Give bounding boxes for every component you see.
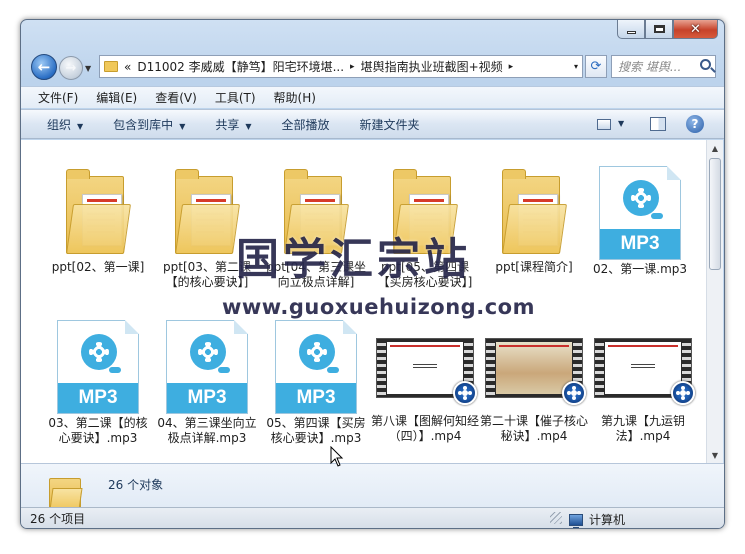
item-count: 26 个项目: [30, 512, 86, 526]
caption-buttons: ✕: [617, 20, 718, 40]
location-indicator: 计算机: [569, 511, 625, 528]
chevron-down-icon: ▼: [245, 121, 252, 131]
mp3-item[interactable]: MP3 04、第三课坐向立极点详解.mp3: [152, 320, 262, 446]
help-icon[interactable]: ?: [686, 115, 704, 133]
mp3-item[interactable]: MP3 03、第二课【的核心要诀】.mp3: [43, 320, 153, 446]
scroll-up-icon[interactable]: ▲: [707, 140, 723, 156]
command-bar: 组织 ▼ 包含到库中 ▼ 共享 ▼ 全部播放 新建文件夹 ▼ ?: [21, 109, 724, 139]
maximize-icon: [653, 25, 665, 33]
folder-item[interactable]: ppt[课程简介]: [479, 166, 589, 275]
file-name: ppt[课程简介]: [495, 260, 573, 274]
location-label: 计算机: [589, 513, 626, 527]
mp3-item[interactable]: MP3 02、第一课.mp3: [585, 166, 695, 277]
mp3-badge: MP3: [167, 383, 247, 413]
menu-view[interactable]: 查看(V): [155, 89, 197, 106]
video-item[interactable]: 第八课【图解何知经（四）】.mp4: [370, 320, 480, 444]
maximize-button[interactable]: [645, 20, 673, 39]
menu-help[interactable]: 帮助(H): [274, 89, 316, 106]
folder-icon: [496, 166, 572, 258]
mp3-item[interactable]: MP3 05、第四课【买房核心要诀】.mp3: [261, 320, 371, 446]
refresh-icon: ⟳: [590, 59, 602, 74]
back-button[interactable]: ←: [31, 54, 57, 80]
mp3-badge: MP3: [600, 229, 680, 259]
forward-button[interactable]: →: [59, 56, 83, 80]
play-all-button[interactable]: 全部播放: [282, 116, 330, 133]
watermark-title: 国学汇宗站: [236, 235, 471, 285]
include-library-label: 包含到库中: [113, 117, 174, 132]
chevron-down-icon: ▼: [179, 121, 186, 131]
address-dropdown-icon[interactable]: ▾: [574, 62, 578, 71]
address-bar[interactable]: « D11002 李威威【静笃】阳宅环境堪... ▸ 堪舆指南执业班截图+视频 …: [99, 55, 583, 78]
address-separator[interactable]: ▸: [509, 62, 514, 72]
file-name: 03、第二课【的核心要诀】.mp3: [48, 416, 148, 445]
folder-icon: [104, 61, 118, 72]
folder-icon: [169, 166, 245, 258]
mp3-badge: MP3: [58, 383, 138, 413]
media-player-icon: [671, 381, 695, 405]
file-name: 04、第三课坐向立极点详解.mp3: [157, 416, 257, 445]
media-player-icon: [453, 381, 477, 405]
recent-pages-dropdown[interactable]: ▼: [85, 64, 91, 73]
close-icon: ✕: [690, 21, 701, 37]
address-overflow-chevron[interactable]: «: [124, 60, 131, 74]
file-name: 第二十课【催子核心秘诀】.mp4: [479, 414, 588, 443]
mouse-cursor-icon: [330, 446, 344, 467]
mp3-file-icon: MP3: [275, 320, 357, 414]
scrollbar-thumb[interactable]: [709, 158, 721, 270]
menu-edit[interactable]: 编辑(E): [96, 89, 137, 106]
address-segment-current[interactable]: 堪舆指南执业班截图+视频: [361, 58, 503, 75]
forward-arrow-icon: →: [65, 60, 77, 76]
back-arrow-icon: ←: [37, 58, 51, 76]
search-icon: [700, 59, 711, 70]
share-label: 共享: [215, 117, 240, 132]
video-thumbnail: [485, 338, 586, 405]
resize-grip-icon[interactable]: [550, 512, 562, 524]
search-placeholder: 搜索 堪舆...: [618, 60, 682, 74]
file-name: ppt[02、第一课]: [51, 260, 145, 274]
share-button[interactable]: 共享 ▼: [215, 116, 251, 133]
menu-file[interactable]: 文件(F): [38, 89, 78, 106]
media-player-icon: [562, 381, 586, 405]
menu-tools[interactable]: 工具(T): [215, 89, 256, 106]
change-view-icon[interactable]: [597, 119, 611, 130]
mp3-file-icon: MP3: [166, 320, 248, 414]
address-separator[interactable]: ▸: [350, 62, 355, 72]
folder-item[interactable]: ppt[02、第一课]: [43, 166, 153, 275]
include-library-button[interactable]: 包含到库中 ▼: [113, 116, 185, 133]
video-thumbnail: [594, 338, 695, 405]
preview-pane-icon[interactable]: [650, 117, 666, 131]
computer-icon: [569, 513, 583, 528]
video-item[interactable]: 第二十课【催子核心秘诀】.mp4: [479, 320, 589, 444]
chevron-down-icon: ▼: [77, 121, 84, 131]
scroll-down-icon[interactable]: ▼: [707, 447, 723, 463]
mp3-file-icon: MP3: [57, 320, 139, 414]
video-item[interactable]: 第九课【九运钥法】.mp4: [588, 320, 698, 444]
close-button[interactable]: ✕: [673, 20, 718, 39]
status-bar: 26 个项目 计算机: [21, 507, 724, 528]
search-input[interactable]: 搜索 堪舆...: [611, 55, 716, 78]
menu-bar: 文件(F) 编辑(E) 查看(V) 工具(T) 帮助(H): [21, 86, 724, 108]
object-count: 26 个对象: [108, 478, 164, 492]
video-thumbnail: [376, 338, 477, 405]
view-options-dropdown[interactable]: ▼: [618, 119, 624, 128]
file-name: 第九课【九运钥法】.mp4: [600, 414, 685, 443]
minimize-button[interactable]: [617, 20, 645, 39]
organize-label: 组织: [47, 117, 72, 132]
folder-icon: [49, 472, 83, 510]
mp3-badge: MP3: [276, 383, 356, 413]
new-folder-button[interactable]: 新建文件夹: [360, 116, 420, 133]
mp3-file-icon: MP3: [599, 166, 681, 260]
file-name: 05、第四课【买房核心要诀】.mp3: [266, 416, 366, 445]
watermark-url: www.guoxuehuizong.com: [222, 295, 535, 319]
minimize-icon: [626, 30, 636, 34]
folder-icon: [60, 166, 136, 258]
file-name: 02、第一课.mp3: [592, 262, 688, 276]
vertical-scrollbar[interactable]: ▲ ▼: [706, 140, 723, 463]
file-name: 第八课【图解何知经（四）】.mp4: [370, 414, 479, 443]
refresh-button[interactable]: ⟳: [585, 55, 607, 78]
organize-button[interactable]: 组织 ▼: [47, 116, 83, 133]
address-segment-parent[interactable]: D11002 李威威【静笃】阳宅环境堪...: [137, 58, 344, 75]
